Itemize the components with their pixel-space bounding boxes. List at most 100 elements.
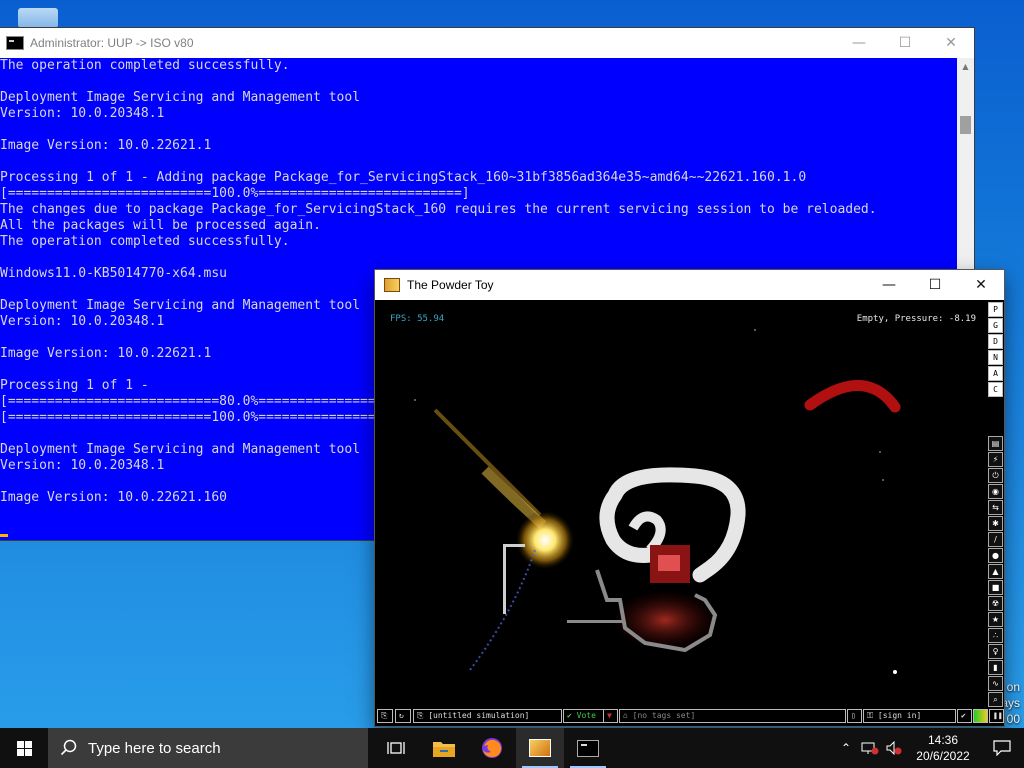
firefox-button[interactable] bbox=[468, 728, 516, 768]
start-button[interactable] bbox=[0, 728, 48, 768]
search-placeholder: Type here to search bbox=[88, 739, 221, 757]
powder-toy-statusbar[interactable]: ⎘ ↻ ⎘ [untitled simulation] ✔ Vote ▼ ⌂ [… bbox=[375, 708, 1004, 724]
folder-icon bbox=[433, 742, 455, 757]
pause-icon[interactable]: ❚❚ bbox=[989, 709, 1004, 723]
network-disconnected-icon[interactable] bbox=[858, 728, 882, 768]
sidebar-button-g[interactable]: G bbox=[988, 318, 1003, 333]
vote-down-button[interactable]: ▼ bbox=[603, 709, 618, 723]
minimize-button[interactable]: — bbox=[866, 270, 912, 300]
powder-toy-app-icon bbox=[384, 278, 400, 292]
console-line: Image Version: 10.0.22621.1 bbox=[0, 138, 212, 153]
terminal-icon bbox=[577, 739, 599, 757]
powder-toy-window[interactable]: The Powder Toy — ☐ ✕ FPS: 55.94 Empty, P… bbox=[375, 270, 1004, 726]
scrollbar-thumb[interactable] bbox=[960, 116, 971, 134]
simulation-particles bbox=[414, 329, 901, 674]
category-favorites-icon[interactable]: ∿ bbox=[988, 676, 1003, 691]
category-walls-icon[interactable]: ▤ bbox=[988, 436, 1003, 451]
powder-toy-titlebar[interactable]: The Powder Toy — ☐ ✕ bbox=[375, 270, 1004, 300]
category-tools-icon[interactable]: ▮ bbox=[988, 660, 1003, 675]
console-line: [==========================100.0%=======… bbox=[0, 186, 470, 201]
category-electronics-icon[interactable]: ⚡ bbox=[988, 452, 1003, 467]
category-special-icon[interactable]: ★ bbox=[988, 612, 1003, 627]
clock-time: 14:36 bbox=[927, 733, 959, 747]
console-line: The changes due to package Package_for_S… bbox=[0, 202, 877, 217]
open-save-icon[interactable]: ⎘ bbox=[377, 709, 393, 723]
category-particles-icon[interactable]: ∴ bbox=[988, 628, 1003, 643]
windows-logo-icon bbox=[16, 740, 32, 756]
category-gases-icon[interactable]: / bbox=[988, 532, 1003, 547]
notification-icon bbox=[993, 740, 1011, 756]
category-radioactive-icon[interactable]: ☢ bbox=[988, 596, 1003, 611]
task-view-icon bbox=[387, 742, 405, 754]
vote-up-icon: ✔ bbox=[567, 711, 577, 720]
console-line: Processing 1 of 1 - Adding package Packa… bbox=[0, 170, 807, 185]
scroll-up-arrow-icon[interactable]: ▲ bbox=[957, 58, 974, 75]
sidebar-button-p[interactable]: P bbox=[988, 302, 1003, 317]
simulation-canvas[interactable]: FPS: 55.94 Empty, Pressure: -8.19 bbox=[375, 300, 984, 680]
category-liquids-icon[interactable]: ● bbox=[988, 548, 1003, 563]
category-solids-icon[interactable]: ■ bbox=[988, 580, 1003, 595]
powder-toy-icon bbox=[529, 739, 551, 757]
recycle-bin-icon[interactable] bbox=[18, 8, 58, 28]
sign-in-label: [sign in] bbox=[877, 711, 922, 720]
clock[interactable]: 14:36 20/6/2022 bbox=[906, 732, 980, 764]
taskbar: Type here to search ⌃ 14:36 20/6/2022 bbox=[0, 728, 1024, 768]
desktop-watermark-line-2: ays bbox=[1001, 696, 1020, 710]
powder-toy-title: The Powder Toy bbox=[407, 278, 494, 292]
console-line: The operation completed successfully. bbox=[0, 234, 290, 249]
chevron-up-icon[interactable]: ⌃ bbox=[834, 728, 858, 768]
user-icon: ⚿ bbox=[867, 711, 878, 720]
file-explorer-button[interactable] bbox=[420, 728, 468, 768]
vote-up-button[interactable]: ✔ Vote bbox=[563, 709, 604, 723]
task-view-button[interactable] bbox=[372, 728, 420, 768]
console-icon bbox=[6, 36, 24, 50]
sidebar-button-d[interactable]: D bbox=[988, 334, 1003, 349]
firefox-icon bbox=[482, 738, 502, 758]
cmd-titlebar[interactable]: Administrator: UUP -> ISO v80 — ☐ ✕ bbox=[0, 28, 974, 58]
clock-date: 20/6/2022 bbox=[916, 749, 970, 763]
pressure-readout: Empty, Pressure: -8.19 bbox=[856, 314, 976, 324]
console-line: Version: 10.0.20348.1 bbox=[0, 106, 165, 121]
sidebar-button-c[interactable]: C bbox=[988, 382, 1003, 397]
minimize-button[interactable]: — bbox=[836, 28, 882, 58]
notifications-button[interactable] bbox=[980, 728, 1024, 768]
sidebar-button-a[interactable]: A bbox=[988, 366, 1003, 381]
maximize-button[interactable]: ☐ bbox=[882, 28, 928, 58]
search-elements-icon[interactable]: ⌕ bbox=[988, 692, 1003, 707]
reload-icon[interactable]: ↻ bbox=[395, 709, 411, 723]
system-tray: ⌃ 14:36 20/6/2022 bbox=[834, 728, 1024, 768]
category-life-icon[interactable]: ♀ bbox=[988, 644, 1003, 659]
desktop-watermark-line-1: on bbox=[1006, 680, 1020, 694]
close-button[interactable]: ✕ bbox=[958, 270, 1004, 300]
category-powered-icon[interactable]: ⏻ bbox=[988, 468, 1003, 483]
category-powders-icon[interactable]: ▲ bbox=[988, 564, 1003, 579]
console-line: The operation completed successfully. bbox=[0, 58, 290, 73]
maximize-button[interactable]: ☐ bbox=[912, 270, 958, 300]
settings-icon[interactable]: ✔ bbox=[957, 709, 972, 723]
clear-sim-icon[interactable]: ▯ bbox=[847, 709, 862, 723]
tags-field[interactable]: ⌂ [no tags set] bbox=[619, 709, 846, 723]
taskbar-search-box[interactable]: Type here to search bbox=[48, 728, 368, 768]
tags-label: [no tags set] bbox=[632, 711, 696, 720]
powder-toy-taskbar-button[interactable] bbox=[516, 728, 564, 768]
category-sensors-icon[interactable]: ◉ bbox=[988, 484, 1003, 499]
fps-readout: FPS: 55.94 bbox=[390, 314, 445, 324]
sidebar-button-n[interactable]: N bbox=[988, 350, 1003, 365]
vote-label: Vote bbox=[576, 711, 596, 720]
category-force-icon[interactable]: ⇆ bbox=[988, 500, 1003, 515]
console-line: Deployment Image Servicing and Managemen… bbox=[0, 90, 361, 105]
tool-sidebar[interactable]: P G D N A C ▤ ⚡ ⏻ ◉ ⇆ ✱ / ● ▲ ■ ☢ ★ ∴ ♀ … bbox=[984, 300, 1004, 710]
cmd-taskbar-button[interactable] bbox=[564, 728, 612, 768]
search-icon bbox=[60, 739, 77, 756]
save-name-field[interactable]: ⎘ [untitled simulation] bbox=[413, 709, 562, 723]
volume-muted-icon[interactable] bbox=[882, 728, 906, 768]
sign-in-button[interactable]: ⚿ [sign in] bbox=[863, 709, 956, 723]
tag-icon: ⌂ bbox=[623, 711, 633, 720]
category-explosives-icon[interactable]: ✱ bbox=[988, 516, 1003, 531]
console-line: All the packages will be processed again… bbox=[0, 218, 321, 233]
close-button[interactable]: ✕ bbox=[928, 28, 974, 58]
renderer-icon[interactable] bbox=[973, 709, 988, 723]
